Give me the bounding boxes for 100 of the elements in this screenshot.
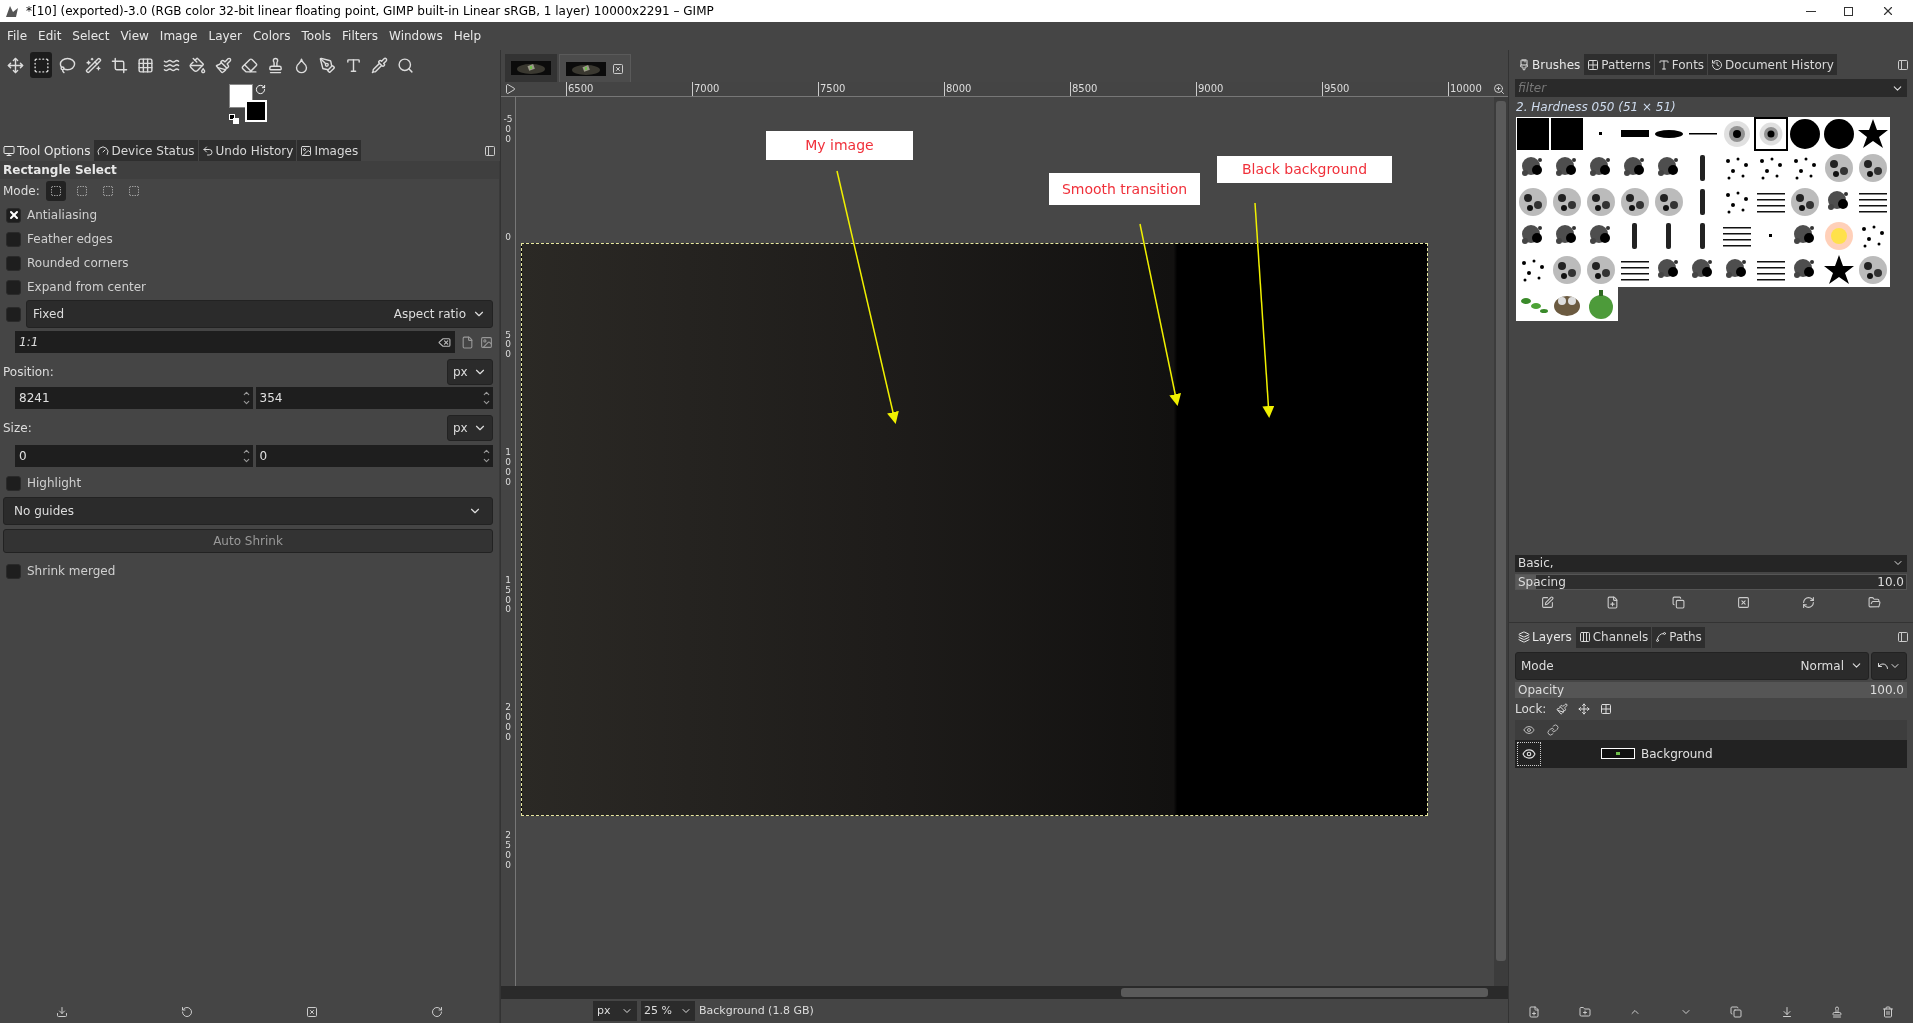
checkbox[interactable]: [6, 279, 21, 295]
clear-icon[interactable]: [438, 335, 451, 349]
panel-menu-icon[interactable]: [1897, 58, 1909, 71]
close-icon[interactable]: [1881, 4, 1895, 18]
menu-item[interactable]: Colors: [247, 27, 296, 45]
delete-icon[interactable]: [1881, 1006, 1894, 1018]
ruler-label: 2500: [504, 830, 512, 871]
checker-icon[interactable]: [1600, 702, 1613, 715]
dock-tab[interactable]: Patterns: [1584, 54, 1654, 75]
scrollbar-thumb[interactable]: [1496, 101, 1506, 961]
portrait-icon[interactable]: [461, 335, 474, 349]
fixed-dropdown[interactable]: Fixed Aspect ratio: [26, 300, 493, 328]
panel-menu-icon[interactable]: [1897, 631, 1909, 643]
link-icon[interactable]: [1547, 723, 1559, 736]
duplicate-icon[interactable]: [1671, 596, 1685, 609]
dock-tab[interactable]: Document History: [1708, 54, 1837, 75]
lock-label: Lock:: [1515, 700, 1547, 718]
reset-icon[interactable]: [430, 1006, 443, 1018]
brush-icon[interactable]: [1556, 702, 1569, 715]
menu-item[interactable]: Layer: [203, 27, 247, 45]
zoom-dropdown[interactable]: 25 %: [641, 1001, 695, 1021]
dock-tab[interactable]: Device Status: [94, 140, 198, 161]
eye-icon[interactable]: [1523, 723, 1535, 736]
position-x-field[interactable]: 8241: [15, 387, 253, 409]
selection-icon: [75, 185, 88, 197]
menu-item[interactable]: File: [2, 27, 33, 45]
checkbox[interactable]: [6, 231, 21, 247]
dock-tab[interactable]: Images: [297, 140, 362, 161]
dock-tab[interactable]: Channels: [1575, 626, 1652, 648]
mode-button[interactable]: [45, 181, 66, 201]
position-y-field[interactable]: 354: [255, 387, 493, 409]
delete-icon[interactable]: [1737, 596, 1751, 609]
channels-icon: [1578, 631, 1591, 643]
filter-field[interactable]: filter: [1515, 79, 1891, 97]
save-icon[interactable]: [56, 1006, 69, 1018]
tag-field[interactable]: Basic,: [1515, 554, 1907, 572]
ruler-label: 8500: [1070, 82, 1196, 96]
menu-item[interactable]: Tools: [296, 27, 337, 45]
width-field[interactable]: 0: [15, 445, 253, 467]
stamp-icon[interactable]: [1831, 1006, 1844, 1018]
unit-dropdown[interactable]: px: [593, 1001, 637, 1021]
opacity-slider[interactable]: Opacity 100.0: [1515, 681, 1907, 698]
unit-dropdown[interactable]: px: [447, 359, 493, 385]
menu-item[interactable]: Edit: [33, 27, 67, 45]
menu-item[interactable]: Select: [67, 27, 115, 45]
checkbox[interactable]: [6, 255, 21, 271]
refresh-icon[interactable]: [1802, 596, 1816, 609]
spacing-slider[interactable]: Spacing 10.0: [1515, 573, 1907, 590]
ruler-label: 500: [504, 330, 512, 361]
checkbox[interactable]: [6, 475, 21, 491]
ruler-label: 2000: [504, 703, 512, 743]
unit-dropdown[interactable]: px: [447, 415, 493, 441]
minimize-icon[interactable]: [1806, 10, 1816, 12]
filter-dropdown[interactable]: [1891, 79, 1907, 97]
menu-icon[interactable]: [504, 83, 516, 95]
new-icon[interactable]: [1606, 596, 1620, 609]
selection-icon: [127, 185, 140, 197]
checkbox-label: Shrink merged: [27, 563, 116, 580]
dock-tab[interactable]: Undo History: [198, 140, 297, 161]
menu-item[interactable]: Windows: [384, 27, 448, 45]
mode-dropdown[interactable]: Mode Normal: [1515, 651, 1869, 680]
checkbox[interactable]: [6, 207, 21, 223]
move-icon[interactable]: [1578, 702, 1591, 715]
visibility-toggle[interactable]: [1517, 741, 1541, 766]
dock-tab[interactable]: Paths: [1652, 626, 1705, 648]
folder-icon[interactable]: [1578, 1006, 1591, 1018]
checkbox[interactable]: [6, 306, 21, 322]
duplicate-icon[interactable]: [1730, 1006, 1743, 1018]
menu-item[interactable]: Help: [448, 27, 486, 45]
image-tab[interactable]: [559, 54, 631, 82]
lasso-icon: [58, 56, 76, 74]
edit-icon[interactable]: [1541, 596, 1555, 609]
brush-thumbnail[interactable]: [1516, 117, 1550, 151]
dock-tab[interactable]: Fonts: [1654, 54, 1708, 75]
menu-item[interactable]: Image: [154, 27, 203, 45]
image-tab[interactable]: [505, 54, 557, 82]
layer-row[interactable]: Background: [1515, 739, 1907, 768]
scrollbar-thumb[interactable]: [1121, 988, 1488, 997]
close-icon[interactable]: [612, 62, 624, 75]
folder-icon[interactable]: [1867, 596, 1881, 609]
merge-icon[interactable]: [1780, 1006, 1793, 1018]
guides-dropdown[interactable]: No guides: [3, 497, 493, 525]
zoom-icon[interactable]: [1493, 83, 1505, 95]
landscape-icon[interactable]: [480, 335, 493, 349]
tool-button[interactable]: [30, 52, 52, 78]
menu-item[interactable]: View: [115, 27, 154, 45]
brush-thumbnail[interactable]: [1754, 117, 1788, 151]
new-layer-icon[interactable]: [1528, 1006, 1541, 1018]
brush-thumbnail[interactable]: [1550, 117, 1584, 151]
composite-dropdown[interactable]: [1871, 651, 1907, 680]
restore-icon[interactable]: [1844, 6, 1853, 16]
height-field[interactable]: 0: [255, 445, 493, 467]
pen-icon: [318, 56, 336, 74]
delete-icon[interactable]: [305, 1006, 318, 1018]
size-label: Size:: [3, 420, 32, 437]
ratio-field[interactable]: 1:1: [15, 331, 455, 353]
checkbox[interactable]: [6, 563, 21, 579]
panel-menu-icon[interactable]: [484, 144, 496, 157]
layer-name: Background: [1641, 745, 1713, 763]
menu-item[interactable]: Filters: [337, 27, 384, 45]
